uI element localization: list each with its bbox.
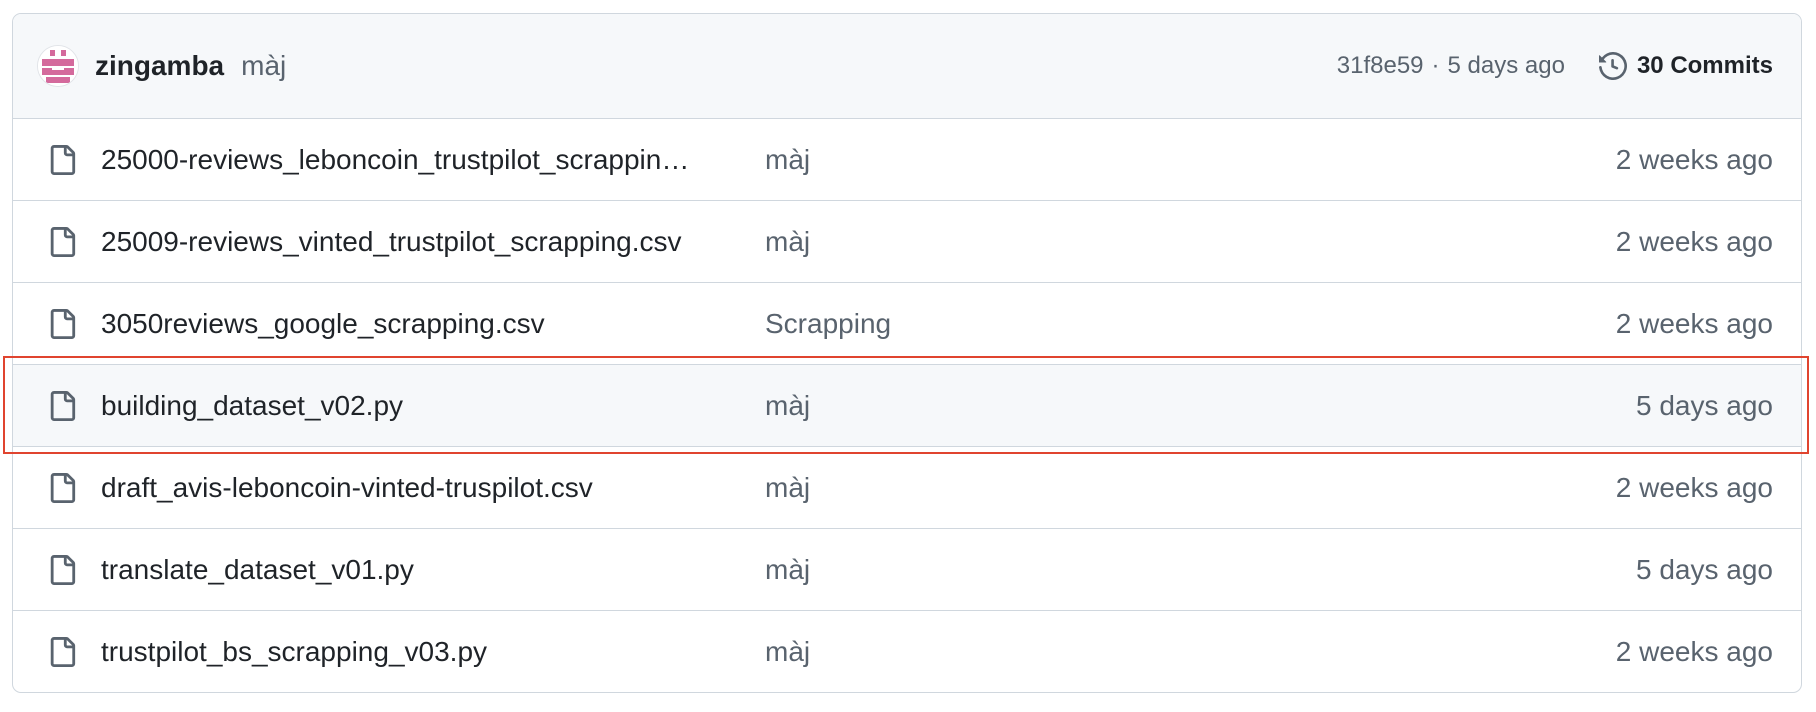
file-commit-date: 2 weeks ago bbox=[1615, 307, 1773, 339]
file-commit-message[interactable]: màj bbox=[765, 226, 810, 258]
file-commit-date: 2 weeks ago bbox=[1615, 636, 1773, 667]
commit-separator: · bbox=[1431, 52, 1440, 79]
file-icon bbox=[47, 307, 77, 341]
file-commit-date: 5 days ago bbox=[1636, 553, 1773, 585]
commit-meta: 31f8e59 · 5 days ago bbox=[1337, 52, 1565, 80]
file-commit-message[interactable]: màj bbox=[765, 636, 810, 668]
file-icon bbox=[47, 389, 77, 423]
file-name[interactable]: 25009-reviews_vinted_trustpilot_scrappin… bbox=[101, 226, 701, 258]
commit-author[interactable]: zingamba bbox=[95, 50, 224, 82]
file-name[interactable]: trustpilot_bs_scrapping_v03.py bbox=[101, 636, 701, 668]
file-commit-date: 2 weeks ago bbox=[1615, 225, 1773, 257]
file-commit-message[interactable]: màj bbox=[765, 390, 810, 422]
file-commit-date: 5 days ago bbox=[1636, 389, 1773, 421]
file-name[interactable]: building_dataset_v02.py bbox=[101, 390, 701, 422]
file-icon bbox=[47, 553, 77, 587]
file-name[interactable]: 3050reviews_google_scrapping.csv bbox=[101, 308, 701, 340]
commits-history-link[interactable]: 30 Commits bbox=[1598, 52, 1773, 80]
commit-hash[interactable]: 31f8e59 bbox=[1337, 52, 1424, 80]
file-row[interactable]: building_dataset_v02.py màj 5 days ago bbox=[13, 365, 1801, 447]
file-commit-message[interactable]: Scrapping bbox=[765, 308, 891, 340]
file-row[interactable]: trustpilot_bs_scrapping_v03.py màj 2 wee… bbox=[13, 611, 1801, 692]
latest-commit-bar: zingamba màj 31f8e59 · 5 days ago 30 Com… bbox=[13, 14, 1801, 119]
file-commit-date: 2 weeks ago bbox=[1615, 143, 1773, 175]
file-icon bbox=[47, 225, 77, 259]
commit-message[interactable]: màj bbox=[241, 50, 286, 82]
file-name[interactable]: 25000-reviews_leboncoin_trustpilot_scrap… bbox=[101, 144, 701, 176]
file-row[interactable]: draft_avis-leboncoin-vinted-truspilot.cs… bbox=[13, 447, 1801, 529]
file-commit-message[interactable]: màj bbox=[765, 472, 810, 504]
history-icon bbox=[1598, 52, 1627, 80]
file-name[interactable]: draft_avis-leboncoin-vinted-truspilot.cs… bbox=[101, 472, 701, 504]
file-commit-message[interactable]: màj bbox=[765, 554, 810, 586]
identicon-avatar bbox=[38, 46, 78, 86]
commits-count-label: 30 Commits bbox=[1636, 52, 1773, 79]
file-row[interactable]: 25000-reviews_leboncoin_trustpilot_scrap… bbox=[13, 119, 1801, 201]
commit-time: 5 days ago bbox=[1447, 52, 1565, 79]
file-icon bbox=[47, 635, 77, 669]
file-browser: zingamba màj 31f8e59 · 5 days ago 30 Com… bbox=[12, 13, 1802, 693]
file-icon bbox=[47, 471, 77, 505]
file-commit-date: 2 weeks ago bbox=[1615, 471, 1773, 503]
avatar[interactable] bbox=[37, 45, 79, 87]
file-row[interactable]: 25009-reviews_vinted_trustpilot_scrappin… bbox=[13, 201, 1801, 283]
file-name[interactable]: translate_dataset_v01.py bbox=[101, 554, 701, 586]
file-commit-message[interactable]: màj bbox=[765, 144, 810, 176]
file-icon bbox=[47, 143, 77, 177]
file-row[interactable]: translate_dataset_v01.py màj 5 days ago bbox=[13, 529, 1801, 611]
file-row[interactable]: 3050reviews_google_scrapping.csv Scrappi… bbox=[13, 283, 1801, 365]
